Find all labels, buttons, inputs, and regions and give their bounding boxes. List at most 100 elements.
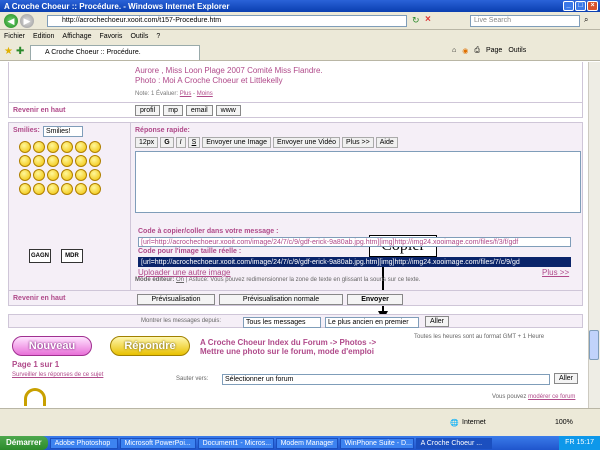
italic-button[interactable]: I <box>175 137 186 148</box>
command-bar: ⌂ ◉ ⎙ Page Outils <box>452 47 526 55</box>
moderate-forum-link[interactable]: modérer ce forum <box>528 394 575 400</box>
smiley-icon[interactable] <box>47 141 59 153</box>
copy-code-field[interactable]: [url=http://acrochechoeur.xooit.com/imag… <box>138 237 571 247</box>
tools-menu[interactable]: Outils <box>508 47 526 55</box>
back-to-top-link-2[interactable]: Revenir en haut <box>13 295 66 302</box>
filter-period-select[interactable]: Tous les messages <box>243 317 321 328</box>
close-window-button[interactable]: × <box>587 1 598 11</box>
smiley-icon[interactable] <box>61 155 73 167</box>
email-button[interactable]: email <box>185 105 213 116</box>
menu-help[interactable]: ? <box>156 33 160 40</box>
reply-button[interactable]: Répondre <box>110 336 190 356</box>
home-icon[interactable]: ⌂ <box>452 47 456 55</box>
task-powerpoint[interactable]: Microsoft PowerPoi... <box>119 437 196 449</box>
smiley-icon[interactable] <box>89 155 101 167</box>
menu-edit[interactable]: Edition <box>33 33 54 40</box>
task-word[interactable]: Document1 - Micros... <box>197 437 274 449</box>
scrollbar-thumb[interactable] <box>589 330 599 360</box>
can-label: pouvez <box>507 394 527 400</box>
profile-button[interactable]: profil <box>135 105 161 116</box>
smiley-icon[interactable] <box>61 141 73 153</box>
jump-go-button[interactable]: Aller <box>554 373 579 384</box>
filter-order-select[interactable]: Le plus ancien en premier <box>325 317 419 328</box>
vote-plus-link[interactable]: Plus <box>180 91 192 97</box>
smiley-icon[interactable] <box>19 169 31 181</box>
smiley-icon[interactable] <box>47 183 59 195</box>
menu-view[interactable]: Affichage <box>62 33 91 40</box>
tab-current[interactable]: A Croche Choeur :: Procédure. <box>30 45 200 60</box>
new-topic-button[interactable]: Nouveau <box>12 336 92 356</box>
forward-button[interactable]: ▶ <box>20 14 34 28</box>
status-bar: 🌐 Internet 100% <box>0 408 600 436</box>
task-modem-manager[interactable]: Modem Manager <box>275 437 338 449</box>
search-input[interactable]: Live Search <box>470 15 580 27</box>
more-button[interactable]: Plus >> <box>342 137 374 148</box>
add-favorite-icon[interactable]: ✚ <box>16 46 24 57</box>
font-size-select[interactable]: 12px <box>135 137 159 148</box>
task-ie-active[interactable]: A Croche Choeur ... <box>415 437 492 449</box>
task-photoshop[interactable]: Adobe Photoshop <box>49 437 118 449</box>
minimize-button[interactable]: _ <box>563 1 574 11</box>
pm-button[interactable]: mp <box>163 105 183 116</box>
smiley-icon[interactable] <box>75 169 87 181</box>
menu-favorites[interactable]: Favoris <box>99 33 122 40</box>
smilies-select[interactable]: Smilies! <box>43 126 83 137</box>
bold-button[interactable]: G <box>160 137 174 148</box>
rss-icon[interactable]: ◉ <box>462 47 468 55</box>
watch-topic-link[interactable]: Surveiller les réponses de ce sujet <box>12 372 103 378</box>
smiley-icon[interactable] <box>75 183 87 195</box>
breadcrumb-line-2[interactable]: Mettre une photo sur le forum, mode d'em… <box>200 347 376 356</box>
smiley-icon[interactable] <box>61 183 73 195</box>
preview-button[interactable]: Prévisualisation <box>137 294 215 305</box>
smiley-icon[interactable] <box>89 169 101 181</box>
send-image-button[interactable]: Envoyer une Image <box>202 137 271 148</box>
filter-label: Montrer les messages depuis: <box>141 318 222 324</box>
search-icon[interactable]: ⌕ <box>584 15 588 25</box>
smiley-icon[interactable] <box>33 183 45 195</box>
help-button[interactable]: Aide <box>375 137 398 148</box>
preview-normal-button[interactable]: Prévisualisation normale <box>219 294 343 305</box>
send-button[interactable]: Envoyer <box>347 294 403 305</box>
zoom-level[interactable]: 100% <box>555 419 573 426</box>
print-icon[interactable]: ⎙ <box>474 47 480 55</box>
editor-toolbar: 12px G I S Envoyer une Image Envoyer une… <box>135 137 398 148</box>
filter-go-button[interactable]: Aller <box>425 316 450 327</box>
smiley-icon[interactable] <box>89 141 101 153</box>
maximize-button[interactable]: □ <box>575 1 586 11</box>
smiley-icon[interactable] <box>75 141 87 153</box>
url-field[interactable]: http://acrochechoeur.xooit.com/t157-Proc… <box>47 15 407 27</box>
smiley-icon[interactable] <box>47 169 59 181</box>
smiley-icon[interactable] <box>19 141 31 153</box>
refresh-icon[interactable]: ↻ <box>412 15 420 26</box>
smiley-icon[interactable] <box>61 169 73 181</box>
smiley-icon[interactable] <box>19 183 31 195</box>
start-button[interactable]: Démarrer <box>0 436 48 450</box>
page-menu[interactable]: Page <box>486 47 502 55</box>
codes-more-link[interactable]: Plus >> <box>542 268 569 277</box>
reply-textarea[interactable] <box>135 151 581 213</box>
breadcrumb-line-1[interactable]: A Croche Choeur Index du Forum -> Photos… <box>200 338 376 347</box>
language-indicator[interactable]: FR <box>565 439 574 446</box>
www-button[interactable]: www <box>215 105 241 116</box>
smiley-icon[interactable] <box>33 169 45 181</box>
menu-file[interactable]: Fichier <box>4 33 25 40</box>
send-video-button[interactable]: Envoyer une Vidéo <box>272 137 340 148</box>
vote-minus-link[interactable]: Moins <box>197 91 213 97</box>
upload-another-link[interactable]: Uploader une autre image <box>138 268 231 277</box>
jump-forum-select[interactable]: Sélectionner un forum <box>222 374 550 385</box>
smiley-icon[interactable] <box>75 155 87 167</box>
stop-icon[interactable]: × <box>425 14 431 25</box>
smiley-icon[interactable] <box>19 155 31 167</box>
task-winphone[interactable]: WinPhone Suite - D... <box>339 437 414 449</box>
smiley-icon[interactable] <box>33 141 45 153</box>
favorites-star-icon[interactable]: ★ <box>4 46 13 57</box>
underline-button[interactable]: S <box>187 137 201 148</box>
back-button[interactable]: ◀ <box>4 14 18 28</box>
smiley-icon[interactable] <box>89 183 101 195</box>
full-size-code-field[interactable]: [url=http://acrochechoeur.xooit.com/imag… <box>138 257 571 267</box>
smiley-icon[interactable] <box>33 155 45 167</box>
back-to-top-link[interactable]: Revenir en haut <box>13 107 66 114</box>
search-placeholder: Live Search <box>474 17 511 24</box>
menu-tools[interactable]: Outils <box>130 33 148 40</box>
smiley-icon[interactable] <box>47 155 59 167</box>
